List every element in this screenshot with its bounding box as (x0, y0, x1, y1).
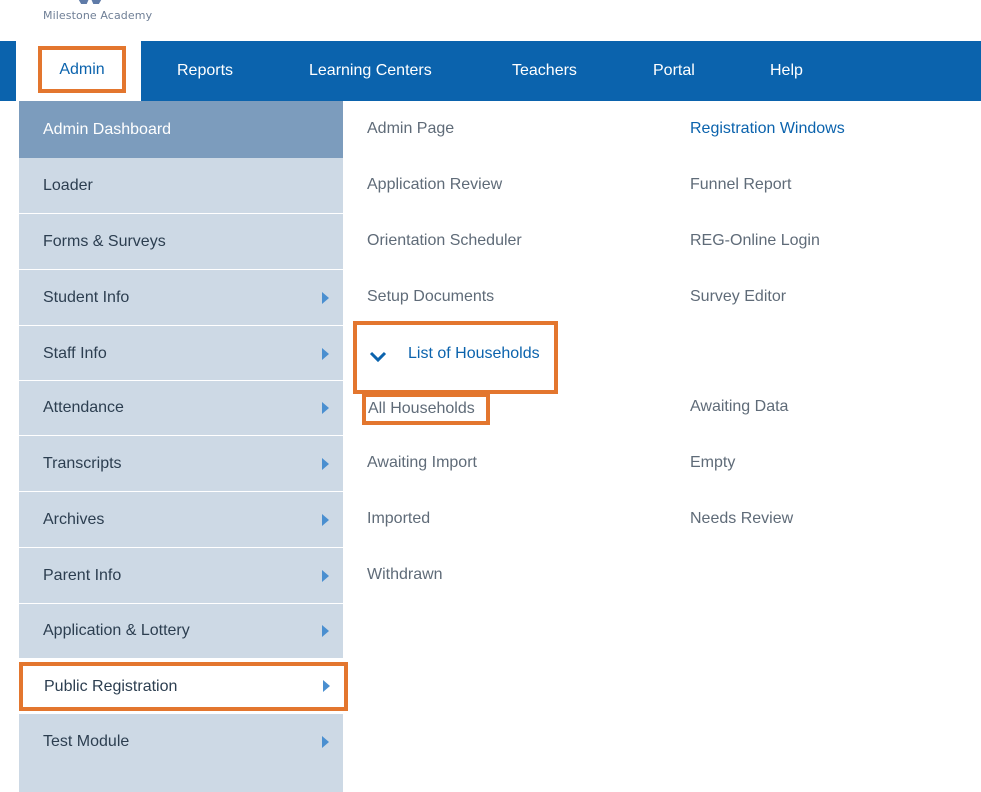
submenu-link-awaiting-import[interactable]: Awaiting Import (367, 454, 477, 472)
left-menu-item-test-module[interactable]: Test Module (19, 714, 343, 769)
chevron-down-icon (369, 351, 387, 363)
submenu-link-withdrawn[interactable]: Withdrawn (367, 566, 443, 584)
submenu-link-admin-page[interactable]: Admin Page (367, 120, 454, 138)
nav-item-teachers[interactable]: Teachers (512, 41, 577, 101)
submenu-link-orientation-scheduler[interactable]: Orientation Scheduler (367, 232, 522, 250)
submenu-link-survey-editor[interactable]: Survey Editor (690, 288, 786, 306)
left-menu-item-transcripts[interactable]: Transcripts (19, 436, 343, 491)
submenu-link-funnel-report[interactable]: Funnel Report (690, 176, 791, 194)
submenu-link-setup-documents[interactable]: Setup Documents (367, 288, 494, 306)
left-menu-item-parent-info[interactable]: Parent Info (19, 548, 343, 603)
submenu-link-reg-online-login[interactable]: REG-Online Login (690, 232, 820, 250)
left-menu-item-application-lottery[interactable]: Application & Lottery (19, 603, 343, 658)
left-menu-item-label: Parent Info (43, 567, 122, 584)
nav-item-admin[interactable]: Admin (38, 46, 126, 93)
all-households-label: All Households (368, 400, 475, 417)
left-menu-item-admin-dashboard[interactable]: Admin Dashboard (19, 101, 343, 158)
left-menu-item-label: Public Registration (44, 678, 178, 695)
left-menu-item-public-registration[interactable]: Public Registration (19, 662, 348, 711)
left-menu-item-archives[interactable]: Archives (19, 492, 343, 547)
submenu-link-needs-review[interactable]: Needs Review (690, 510, 793, 528)
left-menu-item-staff-info[interactable]: Staff Info (19, 326, 343, 381)
nav-item-help[interactable]: Help (770, 41, 803, 101)
list-of-households-toggle[interactable]: List of Households (353, 321, 558, 394)
left-menu-item-label: Student Info (43, 289, 130, 306)
page: Milestone Academy Admin Reports Learning… (0, 0, 981, 792)
left-menu-item-student-info[interactable]: Student Info (19, 270, 343, 325)
left-menu-item-label: Test Module (43, 733, 130, 750)
nav-item-portal[interactable]: Portal (653, 41, 695, 101)
left-menu-item-label: Staff Info (43, 345, 107, 362)
caret-right-icon (322, 458, 329, 470)
logo-text: Milestone Academy (43, 9, 153, 22)
left-menu-item-label: Loader (43, 177, 93, 194)
left-menu-item-label: Forms & Surveys (43, 233, 166, 250)
caret-right-icon (323, 680, 330, 692)
submenu-link-awaiting-data[interactable]: Awaiting Data (690, 398, 788, 416)
submenu-link-imported[interactable]: Imported (367, 510, 430, 528)
nav-item-learning-centers[interactable]: Learning Centers (309, 41, 432, 101)
left-menu-item-label: Attendance (43, 399, 124, 416)
submenu-link-empty[interactable]: Empty (690, 454, 735, 472)
submenu-link-all-households[interactable]: All Households (362, 393, 490, 425)
caret-right-icon (322, 402, 329, 414)
nav-item-admin-label: Admin (59, 60, 105, 78)
caret-right-icon (322, 736, 329, 748)
submenu-link-application-review[interactable]: Application Review (367, 176, 502, 194)
left-menu-item-forms-surveys[interactable]: Forms & Surveys (19, 214, 343, 269)
left-menu-item-label: Application & Lottery (43, 622, 190, 639)
left-menu-item-label: Transcripts (43, 455, 122, 472)
left-menu-item-label: Admin Dashboard (43, 121, 172, 138)
left-menu-item-label: Archives (43, 511, 105, 528)
caret-right-icon (322, 292, 329, 304)
caret-right-icon (322, 570, 329, 582)
left-menu-item-loader[interactable]: Loader (19, 158, 343, 213)
caret-right-icon (322, 625, 329, 637)
top-navigation-bar (0, 41, 981, 101)
left-menu-item-attendance[interactable]: Attendance (19, 380, 343, 435)
milestone-logo-mark (78, 0, 102, 4)
submenu-link-registration-windows[interactable]: Registration Windows (690, 120, 845, 138)
caret-right-icon (322, 514, 329, 526)
caret-right-icon (322, 348, 329, 360)
list-of-households-label: List of Households (408, 345, 540, 362)
nav-item-reports[interactable]: Reports (177, 41, 233, 101)
